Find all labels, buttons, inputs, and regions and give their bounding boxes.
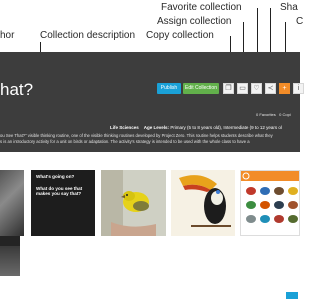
- plus-icon[interactable]: +: [279, 83, 290, 94]
- edit-collection-button[interactable]: Edit Collection: [183, 83, 219, 94]
- callout-favorite-collection: Favorite collection: [161, 2, 242, 13]
- copies-count: 0 Copi: [279, 112, 291, 117]
- question-1: What's going on?: [36, 174, 75, 179]
- page-title: hat?: [0, 80, 34, 99]
- subject-label: Life Sciences: [110, 125, 139, 130]
- yellow-bird-image: [101, 170, 166, 236]
- collection-stats: 0 Favorites 0 Copi: [256, 112, 291, 117]
- resource-card-image-1[interactable]: [0, 170, 24, 236]
- copy-icon[interactable]: ❐: [223, 83, 234, 94]
- bird-grid-image: [242, 172, 298, 223]
- callout-share-partial: Sha: [280, 2, 298, 13]
- bottom-left-image: [0, 246, 20, 276]
- age-levels-label: Age Levels:: [143, 125, 170, 130]
- publish-button[interactable]: Publish: [157, 83, 181, 94]
- callout-c-partial: C: [296, 16, 304, 27]
- assign-folder-icon[interactable]: ▭: [237, 83, 248, 94]
- info-icon[interactable]: i: [293, 83, 304, 94]
- age-levels-value: Primary (5 to 8 years old), Intermediate…: [170, 125, 282, 130]
- resource-card-bird-grid[interactable]: [240, 170, 300, 236]
- favorite-heart-icon[interactable]: ♡: [251, 83, 262, 94]
- resource-card-toucan[interactable]: [171, 170, 235, 236]
- callout-collection-description: Collection description: [40, 30, 136, 41]
- question-2: What do you see that makes you say that?: [36, 185, 83, 197]
- toucan-image: [171, 170, 235, 236]
- resource-card-bird-photo[interactable]: [101, 170, 166, 236]
- corner-badge: [286, 292, 298, 299]
- callout-assign-collection: Assign collection: [157, 16, 232, 27]
- callout-author: hor: [0, 30, 15, 41]
- resource-card-question[interactable]: What's going on? What do you see that ma…: [31, 170, 95, 236]
- callout-copy-collection: Copy collection: [146, 30, 214, 41]
- favorites-count: 0 Favorites: [256, 112, 276, 117]
- description-line-2: s is an introductory activity for a unit…: [0, 139, 250, 144]
- collection-description: ou See That?" visible thinking routine, …: [0, 133, 300, 145]
- share-icon[interactable]: ≺: [265, 83, 276, 94]
- collection-meta: Life Sciences Age Levels: Primary (5 to …: [110, 125, 282, 130]
